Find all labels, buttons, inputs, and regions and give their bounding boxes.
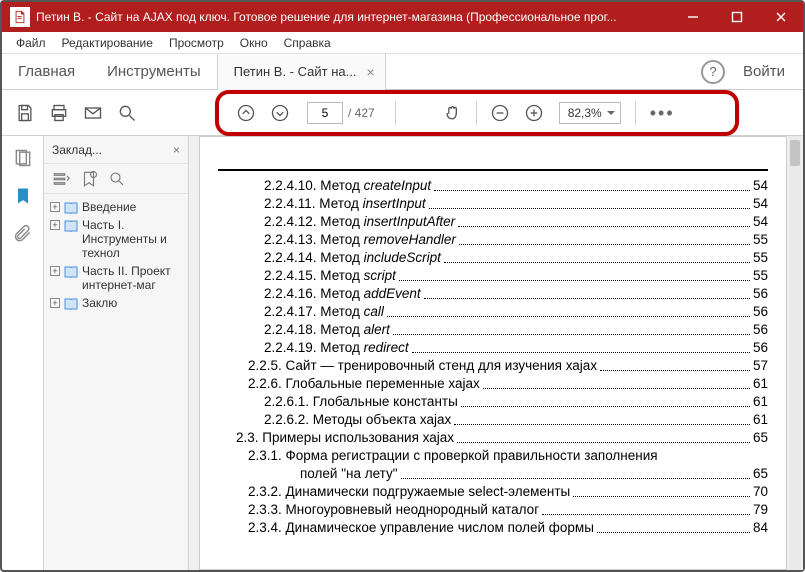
search-icon[interactable] <box>110 96 144 130</box>
minimize-button[interactable] <box>671 2 715 32</box>
bookmarks-icon[interactable] <box>11 184 35 208</box>
bookmark-label: Заклю <box>82 296 184 310</box>
tab-home[interactable]: Главная <box>2 57 91 86</box>
scrollbar-thumb[interactable] <box>790 140 800 166</box>
toolbar: / 427 82,3% ••• <box>2 90 803 136</box>
toc-row[interactable]: 2.2.6.1. Глобальные константы61 <box>218 393 768 411</box>
page-up-icon[interactable] <box>231 98 261 128</box>
more-tools-icon[interactable]: ••• <box>650 103 675 124</box>
toc-row[interactable]: 2.2.4.10. Метод createInput54 <box>218 177 768 195</box>
tab-bar: Главная Инструменты Петин В. - Сайт на..… <box>2 54 803 90</box>
bookmark-label: Введение <box>82 200 184 214</box>
save-icon[interactable] <box>8 96 42 130</box>
page-rule <box>218 169 768 171</box>
panel-close-icon[interactable]: × <box>173 143 180 157</box>
toc-row[interactable]: 2.2.6.2. Методы объекта хајах61 <box>218 411 768 429</box>
zoom-value: 82,3% <box>568 106 602 120</box>
tab-document-label: Петин В. - Сайт на... <box>234 54 357 90</box>
bookmark-item[interactable]: + Введение <box>50 198 184 216</box>
thumbnails-icon[interactable] <box>11 146 35 170</box>
menu-view[interactable]: Просмотр <box>161 34 232 52</box>
app-icon <box>10 7 30 27</box>
toc-row[interactable]: 2.3.2. Динамически подгружаемые select-э… <box>218 483 768 501</box>
bookmarks-title: Заклад... <box>52 143 102 157</box>
bookmark-new-icon[interactable] <box>80 170 98 188</box>
menu-help[interactable]: Справка <box>276 34 339 52</box>
toc-row[interactable]: 2.3. Примеры использования хајах65 <box>218 429 768 447</box>
nav-rail <box>2 136 44 570</box>
zoom-select[interactable]: 82,3% <box>559 102 621 124</box>
bookmark-label: Часть II. Проект интернет-маг <box>82 264 184 292</box>
tab-document[interactable]: Петин В. - Сайт на... × <box>217 54 386 90</box>
window-title: Петин В. - Сайт на AJAX под ключ. Готово… <box>36 10 671 24</box>
bookmark-tree: +Введение+Часть I. Инструменты и технол+… <box>44 194 188 570</box>
tab-close-icon[interactable]: × <box>366 54 374 90</box>
book-icon <box>64 202 78 214</box>
page-total-label: / 427 <box>348 106 375 120</box>
toc-row[interactable]: 2.2.4.17. Метод call56 <box>218 303 768 321</box>
menu-file[interactable]: Файл <box>8 34 54 52</box>
expand-icon[interactable]: + <box>50 202 60 212</box>
titlebar: Петин В. - Сайт на AJAX под ключ. Готово… <box>2 2 803 32</box>
toc-row[interactable]: 2.2.4.18. Метод alert56 <box>218 321 768 339</box>
maximize-button[interactable] <box>715 2 759 32</box>
tab-tools[interactable]: Инструменты <box>91 57 217 86</box>
toc-row[interactable]: 2.3.4. Динамическое управление числом по… <box>218 519 768 537</box>
toc-row[interactable]: 2.2.4.15. Метод script55 <box>218 267 768 285</box>
page-number-input[interactable] <box>307 102 343 124</box>
toc-row[interactable]: 2.2.6. Глобальные переменные хајах61 <box>218 375 768 393</box>
document-viewport: 2.2.4.10. Метод createInput542.2.4.11. М… <box>189 136 803 570</box>
toc-row[interactable]: 2.2.4.12. Метод insertInputAfter54 <box>218 213 768 231</box>
bookmarks-panel: Заклад... × + Введение + Часть I. Инструмен… <box>44 136 189 570</box>
bookmark-options-icon[interactable] <box>52 170 70 188</box>
toc-row[interactable]: 2.3.1. Форма регистрации с проверкой пра… <box>218 447 768 465</box>
page-down-icon[interactable] <box>265 98 295 128</box>
toc-row[interactable]: 2.2.4.11. Метод insertInput54 <box>218 195 768 213</box>
bookmark-tools <box>44 164 188 194</box>
book-icon <box>64 220 78 232</box>
bookmark-item[interactable]: + Часть I. Инструменты и технол <box>50 216 184 262</box>
bookmark-label: Часть I. Инструменты и технол <box>82 218 184 260</box>
page-nav-toolbar: / 427 82,3% ••• <box>215 90 739 136</box>
toc-row[interactable]: 2.2.4.13. Метод removeHandler55 <box>218 231 768 249</box>
bookmark-item[interactable]: + Заклю <box>50 294 184 312</box>
bookmark-find-icon[interactable] <box>108 170 126 188</box>
toc-row[interactable]: 2.2.4.16. Метод addEvent56 <box>218 285 768 303</box>
toc-row[interactable]: 2.2.4.14. Метод includeScript55 <box>218 249 768 267</box>
zoom-out-icon[interactable] <box>485 98 515 128</box>
document-page: 2.2.4.10. Метод createInput542.2.4.11. М… <box>199 136 787 570</box>
select-tool-icon[interactable] <box>404 98 434 128</box>
vertical-scrollbar[interactable] <box>789 136 801 570</box>
menu-bar: Файл Редактирование Просмотр Окно Справк… <box>2 32 803 54</box>
close-button[interactable] <box>759 2 803 32</box>
toc-row[interactable]: 2.2.4.19. Метод redirect56 <box>218 339 768 357</box>
print-icon[interactable] <box>42 96 76 130</box>
book-icon <box>64 266 78 278</box>
attachments-icon[interactable] <box>11 222 35 246</box>
toc-row[interactable]: 2.2.5. Сайт — тренировочный стенд для из… <box>218 357 768 375</box>
hand-tool-icon[interactable] <box>438 98 468 128</box>
mail-icon[interactable] <box>76 96 110 130</box>
toc-row[interactable]: 2.3.3. Многоуровневый неоднородный катал… <box>218 501 768 519</box>
table-of-contents: 2.2.4.10. Метод createInput542.2.4.11. М… <box>218 177 768 537</box>
expand-icon[interactable]: + <box>50 266 60 276</box>
help-icon[interactable]: ? <box>701 60 725 84</box>
expand-icon[interactable]: + <box>50 298 60 308</box>
login-button[interactable]: Войти <box>743 63 785 80</box>
menu-edit[interactable]: Редактирование <box>54 34 161 52</box>
bookmark-item[interactable]: + Часть II. Проект интернет-маг <box>50 262 184 294</box>
menu-window[interactable]: Окно <box>232 34 276 52</box>
book-icon <box>64 298 78 310</box>
toc-row[interactable]: полей "на лету"65 <box>218 465 768 483</box>
zoom-in-icon[interactable] <box>519 98 549 128</box>
expand-icon[interactable]: + <box>50 220 60 230</box>
